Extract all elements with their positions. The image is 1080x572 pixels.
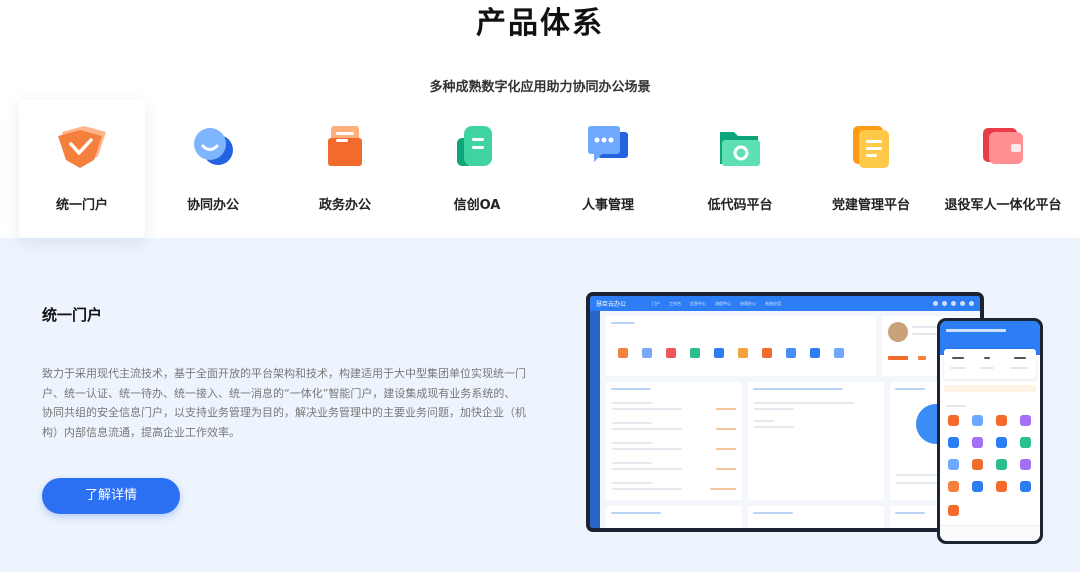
meeting-card (748, 506, 884, 528)
mobile-stats (944, 349, 1036, 379)
tab-label: 人事管理 (581, 198, 634, 213)
dashboard-screen: 慧臣云办公 门户 工作台 信息中心 流程中心 协同办公 系统应用 (590, 296, 980, 528)
dashboard-nav-item: 系统应用 (765, 300, 781, 306)
mobile-screenshot (937, 318, 1043, 544)
tab-hr-management[interactable]: 人事管理 (545, 100, 671, 238)
tab-label: 政务办公 (318, 198, 371, 213)
envelope-icon (328, 126, 362, 166)
dashboard-brand: 慧臣云办公 (596, 301, 627, 308)
tab-xinchuang-oa[interactable]: 信创OA (414, 100, 540, 238)
folder-gear-icon (720, 132, 760, 166)
tab-label: 低代码平台 (707, 198, 773, 213)
dashboard-nav-item: 工作台 (669, 300, 681, 306)
tab-label: 协同办公 (186, 198, 239, 213)
dashboard-topbar: 慧臣云办公 门户 工作台 信息中心 流程中心 协同办公 系统应用 (590, 296, 980, 311)
chat-bubble-icon (588, 126, 628, 162)
tab-party-building-platform[interactable]: 党建管理平台 (808, 100, 934, 238)
tab-government-office[interactable]: 政务办公 (282, 100, 408, 238)
tab-label: 退役军人一体化平台 (944, 198, 1062, 213)
detail-title: 统一门户 (42, 306, 103, 324)
dashboard-nav-item: 信息中心 (690, 300, 706, 306)
common-apps-card (606, 316, 876, 376)
todo-list-card (606, 382, 742, 500)
document-stack-icon (457, 126, 492, 166)
detail-description: 致力于采用现代主流技术，基于全面开放的平台架构和技术，构建适用于大中型集团单位实… (42, 367, 526, 439)
section-title: 产品体系 (476, 6, 604, 41)
tab-label: 党建管理平台 (831, 198, 910, 213)
dashboard-toolbar-icons (933, 301, 974, 306)
product-tabs: 统一门户 协同办公 政务办公 信创OA 人事管理 低代码平台 党建管理平台 退役… (0, 100, 1080, 238)
tab-label: 统一门户 (55, 198, 108, 213)
tab-label: 信创OA (453, 198, 501, 213)
dashboard-screenshot: 慧臣云办公 门户 工作台 信息中心 流程中心 协同办公 系统应用 (586, 292, 984, 532)
mobile-notice-bar (944, 385, 1036, 392)
tab-veterans-platform[interactable]: 退役军人一体化平台 (940, 100, 1066, 238)
mobile-tabbar (940, 525, 1040, 541)
notice-card (748, 382, 884, 500)
dashboard-nav-item: 流程中心 (715, 300, 731, 306)
dashboard-nav-item: 门户 (652, 300, 660, 306)
clipboard-list-icon (853, 126, 889, 168)
dashboard-sidebar (590, 311, 600, 528)
mobile-screen (940, 321, 1040, 541)
chat-smile-icon (194, 128, 233, 165)
section-subtitle: 多种成熟数字化应用助力协同办公场景 (429, 80, 651, 95)
wallet-icon (983, 128, 1023, 164)
task-card (606, 506, 742, 528)
product-system-section: 产品体系 多种成熟数字化应用助力协同办公场景 统一门户 协同办公 政务办公 信创… (0, 0, 1080, 572)
learn-more-button[interactable]: 了解详情 (42, 478, 180, 514)
tab-low-code-platform[interactable]: 低代码平台 (677, 100, 803, 238)
shield-check-icon (58, 126, 106, 168)
tab-collaborative-office[interactable]: 协同办公 (150, 100, 276, 238)
tab-unified-portal[interactable]: 统一门户 (19, 100, 145, 238)
dashboard-nav-item: 协同办公 (740, 300, 756, 306)
